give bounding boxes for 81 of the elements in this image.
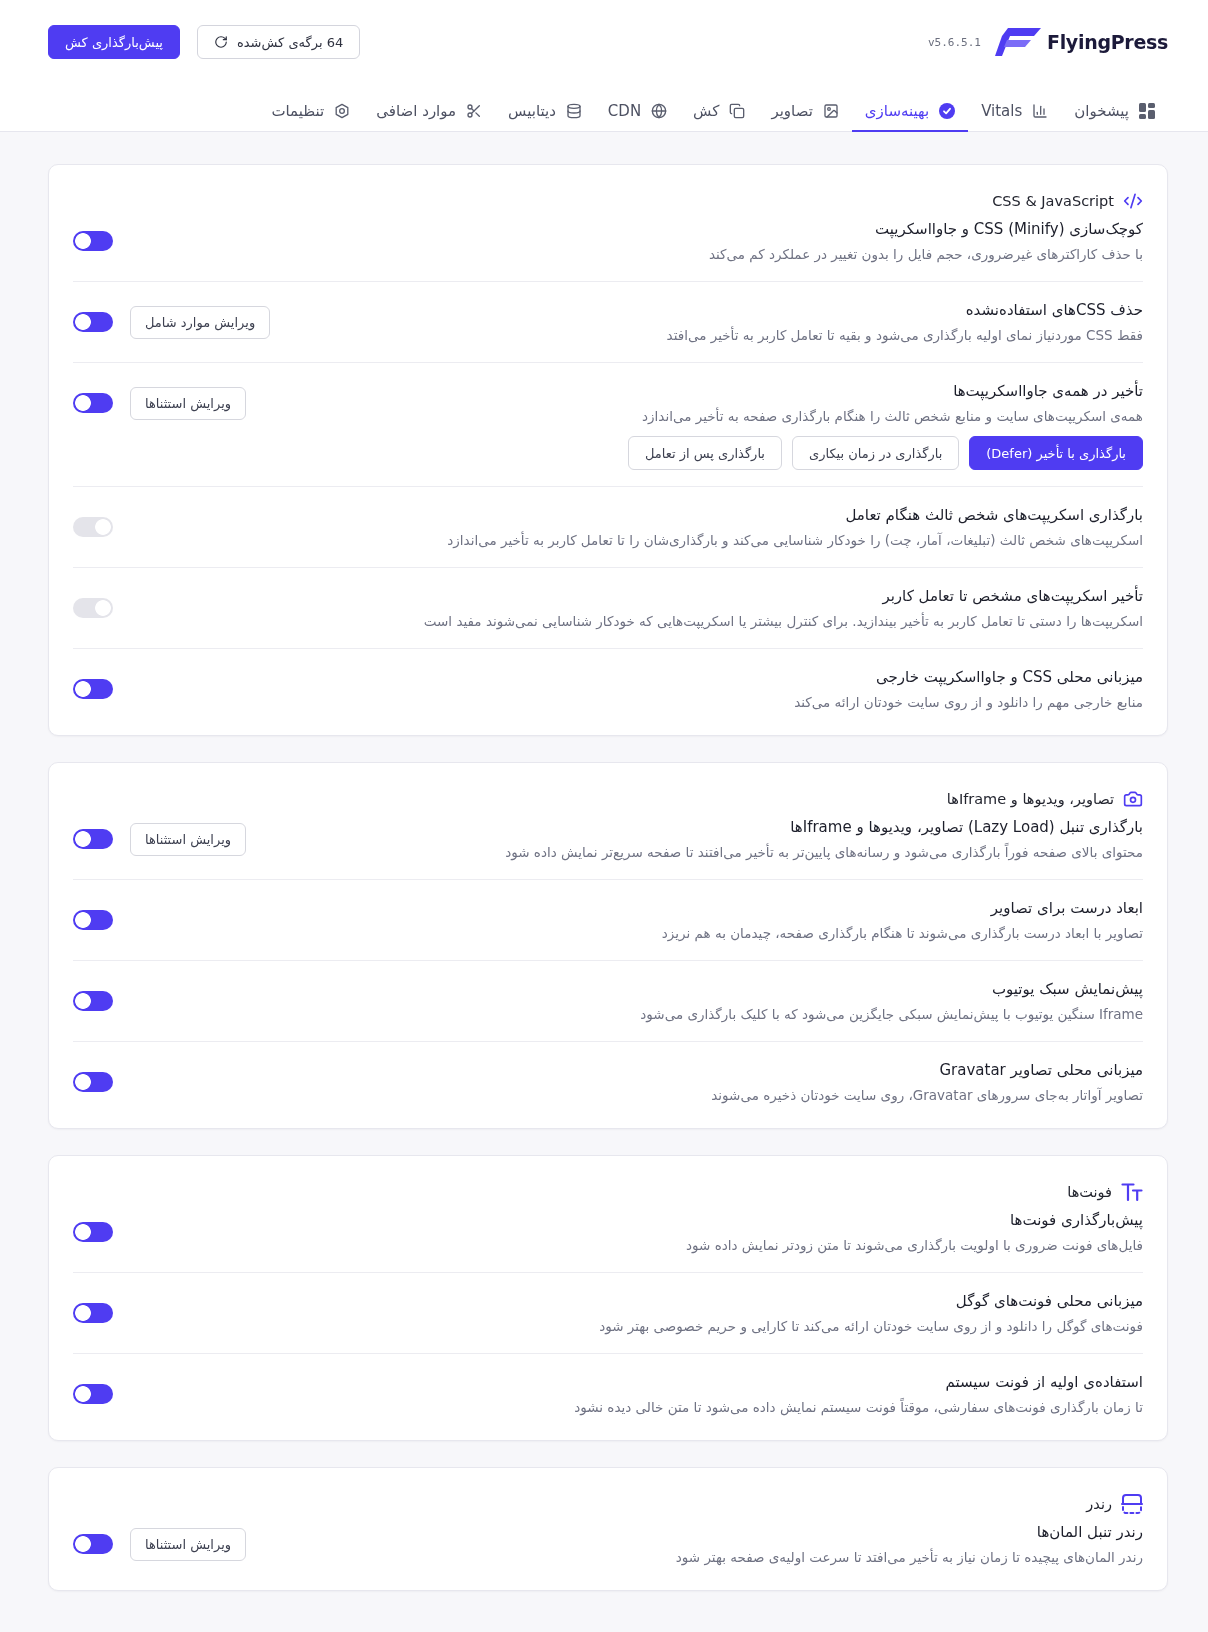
section-title: CSS & JavaScript: [992, 193, 1114, 209]
refresh-icon: [213, 35, 228, 49]
setting-title: میزبانی محلی فونت‌های گوگل: [955, 1291, 1143, 1312]
nav-tab[interactable]: دیتابیس: [495, 92, 595, 132]
setting-title: تأخیر اسکریپت‌های مشخص تا تعامل کاربر: [882, 584, 1143, 608]
edit-button[interactable]: ویرایش موارد شامل: [130, 305, 271, 339]
nav-tab[interactable]: تصاویر: [758, 92, 852, 132]
frame-icon: [1121, 1494, 1143, 1514]
code-icon: [1123, 191, 1143, 211]
section-title: رندر: [1086, 1496, 1112, 1512]
toggle-switch[interactable]: [73, 991, 113, 1011]
toggle-switch[interactable]: [73, 1384, 113, 1404]
nav-tab[interactable]: CDN: [594, 92, 681, 132]
setting-title: پیش‌بارگذاری فونت‌ها: [1009, 1210, 1143, 1231]
setting-description: تا زمان بارگذاری فونت‌های سفارشی، موقتاً فونت سیستم نمایش داده می‌شود تا متن خالی دیده نشود: [574, 1397, 1143, 1418]
check-circle-icon: [939, 103, 956, 119]
setting-description: تصاویر با ابعاد درست بارگذاری می‌شوند تا هنگام بارگذاری صفحه، چیدمان به هم نریزد: [661, 924, 1143, 944]
section-title: تصاویر، ویدیوها و Iframeها: [946, 791, 1114, 807]
toggle-switch[interactable]: [73, 517, 113, 537]
setting-title: ابعاد درست برای تصاویر: [990, 898, 1143, 919]
copy-icon: [729, 103, 746, 119]
toggle-switch[interactable]: [73, 231, 113, 251]
toggle-switch[interactable]: [73, 910, 113, 930]
setting-description: با حذف کاراکترهای غیرضروری، حجم فایل را بدون تغییر در عملکرد کم می‌کند: [708, 245, 1143, 265]
setting-description: منابع خارجی مهم را دانلود و از روی سایت خودتان ارائه می‌کند: [794, 693, 1143, 713]
toggle-switch[interactable]: [73, 829, 113, 849]
type-icon: [1121, 1182, 1143, 1202]
toggle-switch[interactable]: [73, 1072, 113, 1092]
nav-tab[interactable]: پیشخوان: [1061, 92, 1168, 132]
logo-text: FlyingPress: [1046, 31, 1168, 53]
bar-chart-icon: [1032, 103, 1049, 119]
preload-button[interactable]: پیش‌بارگذاری کش: [48, 25, 180, 59]
database-icon: [565, 103, 582, 119]
option-button[interactable]: بارگذاری پس از تعامل: [627, 436, 782, 470]
toggle-switch[interactable]: [73, 1222, 113, 1242]
setting-description: فقط CSS موردنیاز نمای اولیه بارگذاری می‌شود و بقیه تا تعامل کاربر به تأخیر می‌افتد: [666, 325, 1143, 346]
toggle-switch[interactable]: [73, 312, 113, 332]
setting-title: پیش‌نمایش سبک یوتیوب: [991, 979, 1143, 1000]
settings-icon: [334, 103, 351, 119]
version-label: v5.6.5.1: [928, 35, 981, 49]
setting-description: فونت‌های گوگل را دانلود و از روی سایت خودتان ارائه می‌کند تا کارایی و حریم خصوصی بهتر شود: [599, 1317, 1143, 1337]
setting-title: میزبانی محلی CSS و جاوااسکریپت خارجی: [876, 667, 1143, 689]
setting-description: فایل‌های فونت ضروری با اولویت بارگذاری می‌شوند تا متن زودتر نمایش داده شود: [686, 1236, 1143, 1256]
nav-tab[interactable]: بهینه‌سازی: [851, 92, 969, 132]
scissors-icon: [466, 103, 483, 119]
setting-title: میزبانی محلی تصاویر Gravatar: [939, 1060, 1143, 1081]
globe-icon: [651, 103, 668, 119]
edit-button[interactable]: ویرایش استثناها: [130, 1527, 247, 1561]
option-button[interactable]: بارگذاری با تأخیر (Defer): [969, 436, 1143, 470]
toggle-switch[interactable]: [73, 393, 113, 413]
setting-title: حذف CSSهای استفاده‌نشده: [965, 300, 1143, 321]
nav-tab[interactable]: موارد اضافی: [363, 92, 496, 132]
image-icon: [822, 103, 839, 119]
nav-tab[interactable]: تنظیمات: [258, 92, 364, 132]
toggle-switch[interactable]: [73, 598, 113, 618]
grid-icon: [1139, 103, 1155, 119]
setting-title: رندر تنبل المان‌ها: [1036, 1522, 1143, 1543]
edit-button[interactable]: ویرایش استثناها: [130, 386, 247, 420]
setting-title: بارگذاری تنبل (Lazy Load) تصاویر، ویدیوها و Iframeها: [790, 817, 1143, 838]
setting-description: رندر المان‌های پیچیده تا زمان نیاز به تأخیر می‌افتد تا سرعت اولیه‌ی صفحه بهتر شود: [675, 1547, 1143, 1568]
toggle-switch[interactable]: [73, 679, 113, 699]
section-title: فونت‌ها: [1067, 1184, 1112, 1200]
setting-title: کوچک‌سازی CSS (Minify) و جاوااسکریپت: [875, 219, 1143, 240]
setting-description: محتوای بالای صفحه فوراً بارگذاری می‌شود و رسانه‌های پایین‌تر به تأخیر می‌افتند تا صفحه سریع‌تر نمایش داده شود: [505, 842, 1143, 863]
setting-title: تأخیر در همه‌ی جاوااسکریپت‌ها: [953, 379, 1143, 403]
setting-description: اسکریپت‌های شخص ثالث (تبلیغات، آمار، چت) را خودکار شناسایی می‌کند و بارگذاری‌شان را تا تعامل کاربر به تأخیر می‌اندازد: [447, 530, 1143, 551]
setting-description: تصاویر آواتار به‌جای سرورهای Gravatar، روی سایت خودتان ذخیره می‌شوند: [711, 1086, 1143, 1106]
nav-tab[interactable]: Vitals: [968, 92, 1062, 132]
logo-icon: [994, 27, 1041, 57]
setting-title: استفاده‌ی اولیه از فونت سیستم: [945, 1372, 1143, 1393]
camera-icon: [1123, 789, 1143, 809]
edit-button[interactable]: ویرایش استثناها: [130, 822, 247, 856]
setting-title: بارگذاری اسکریپت‌های شخص ثالث هنگام تعامل: [845, 505, 1143, 527]
option-button[interactable]: بارگذاری در زمان بیکاری: [792, 436, 960, 470]
setting-description: Iframe سنگین یوتیوب با پیش‌نمایش سبکی جایگزین می‌شود که با کلیک بارگذاری می‌شود: [640, 1005, 1143, 1025]
cached-pages-button[interactable]: 64 برگه‌ی کش‌شده: [196, 25, 361, 59]
toggle-switch[interactable]: [73, 1303, 113, 1323]
setting-description: اسکریپت‌ها را دستی تا تعامل کاربر به تأخیر بیندازید. برای کنترل بیشتر یا اسکریپت‌هایی که خودکار شناسایی نمی‌شوند مفید است: [423, 611, 1143, 632]
toggle-switch[interactable]: [73, 1534, 113, 1554]
nav-tab[interactable]: کش: [680, 92, 759, 132]
setting-description: همه‌ی اسکریپت‌های سایت و منابع شخص ثالث را هنگام بارگذاری صفحه به تأخیر می‌اندازد: [642, 406, 1143, 427]
